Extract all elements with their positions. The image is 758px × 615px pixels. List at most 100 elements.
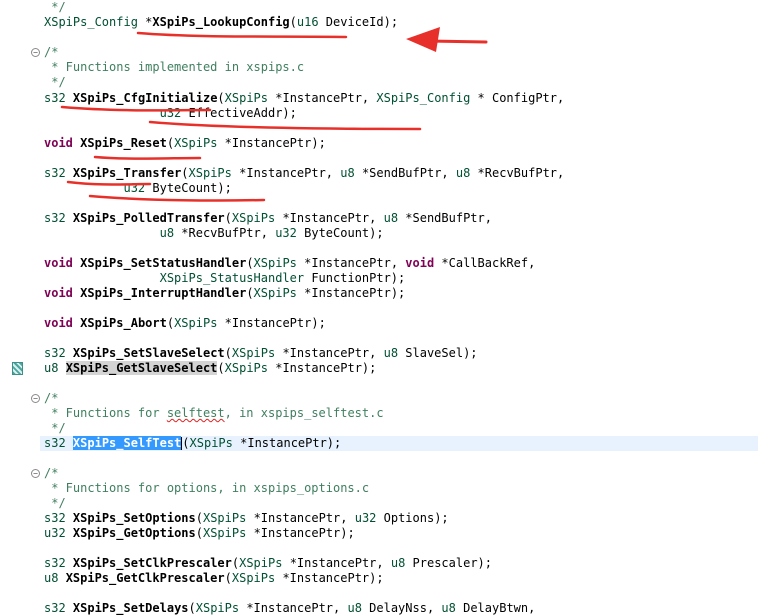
code-token: u32 bbox=[44, 106, 182, 120]
editor-gutter: − − − bbox=[0, 0, 40, 615]
underline-bytecount bbox=[88, 194, 266, 202]
code-token: u32 bbox=[354, 511, 377, 525]
code-line[interactable]: u8 *RecvBufPtr, u32 ByteCount); bbox=[44, 226, 384, 241]
arrowhead bbox=[406, 27, 440, 52]
code-token: ( bbox=[217, 361, 225, 375]
code-token: void bbox=[44, 256, 73, 270]
code-token: */ bbox=[44, 496, 66, 510]
code-line[interactable]: void XSpiPs_SetStatusHandler(XSpiPs *Ins… bbox=[44, 256, 535, 271]
code-line[interactable]: s32 XSpiPs_SetDelays(XSpiPs *InstancePtr… bbox=[44, 601, 535, 615]
code-token: * Functions implemented in xspips.c bbox=[44, 60, 305, 74]
code-token: XSpiPs bbox=[224, 91, 269, 105]
code-token: ( bbox=[224, 211, 232, 225]
code-token: s32 bbox=[44, 91, 66, 105]
code-line[interactable]: u8 XSpiPs_GetSlaveSelect(XSpiPs *Instanc… bbox=[44, 361, 376, 376]
fold-collapse-icon[interactable]: − bbox=[31, 469, 40, 478]
code-line[interactable]: s32 XSpiPs_SetClkPrescaler(XSpiPs *Insta… bbox=[44, 556, 492, 571]
code-line[interactable]: */ bbox=[44, 421, 65, 436]
code-token: u8 bbox=[44, 226, 175, 240]
function-name: XSpiPs_InterruptHandler bbox=[80, 286, 247, 300]
code-line[interactable]: void XSpiPs_Reset(XSpiPs *InstancePtr); bbox=[44, 136, 326, 151]
fold-collapse-icon[interactable]: − bbox=[31, 48, 40, 57]
code-line[interactable]: /* bbox=[44, 45, 58, 60]
occurrence-marker-icon[interactable] bbox=[12, 362, 23, 375]
fold-collapse-icon[interactable]: − bbox=[31, 394, 40, 403]
code-token: DelayBtwn, bbox=[455, 601, 536, 615]
code-token: /* bbox=[44, 391, 59, 405]
code-token: XSpiPs bbox=[253, 256, 297, 270]
code-line[interactable]: s32 XSpiPs_SetSlaveSelect(XSpiPs *Instan… bbox=[44, 346, 478, 361]
code-token: *RecvBufPtr, bbox=[174, 226, 276, 240]
code-line[interactable]: s32 XSpiPs_CfgInitialize(XSpiPs *Instanc… bbox=[44, 91, 564, 106]
code-token: XSpiPs bbox=[231, 211, 276, 225]
code-token: s32 bbox=[44, 436, 66, 450]
function-name: XSpiPs_SetOptions bbox=[72, 511, 196, 525]
code-line[interactable]: s32 XSpiPs_SetOptions(XSpiPs *InstancePt… bbox=[44, 511, 449, 526]
code-line[interactable]: void XSpiPs_InterruptHandler(XSpiPs *Ins… bbox=[44, 286, 405, 301]
code-token: XSpiPs bbox=[231, 346, 276, 360]
code-line[interactable]: /* bbox=[44, 391, 58, 406]
code-token: XSpiPs_StatusHandler bbox=[44, 271, 305, 285]
code-token: *SendBufPtr, bbox=[398, 211, 492, 225]
code-token: XSpiPs bbox=[174, 136, 218, 150]
code-token: XSpiPs bbox=[224, 361, 268, 375]
code-token: *InstancePtr, bbox=[282, 556, 391, 570]
function-name: XSpiPs_CfgInitialize bbox=[72, 91, 218, 105]
code-token: u16 bbox=[296, 15, 319, 29]
code-token: XSpiPs bbox=[239, 556, 283, 570]
code-line[interactable]: u32 EffectiveAddr); bbox=[44, 106, 297, 121]
code-token: *InstancePtr); bbox=[232, 436, 342, 450]
code-token: *InstancePtr, bbox=[239, 601, 348, 615]
code-line[interactable]: * Functions for selftest, in xspips_self… bbox=[44, 406, 383, 421]
code-token: *InstancePtr); bbox=[217, 316, 326, 330]
code-line[interactable]: u8 XSpiPs_GetClkPrescaler(XSpiPs *Instan… bbox=[44, 571, 384, 586]
code-token: s32 bbox=[44, 211, 66, 225]
code-line[interactable]: s32 XSpiPs_PolledTransfer(XSpiPs *Instan… bbox=[44, 211, 492, 226]
code-token: XSpiPs bbox=[174, 316, 218, 330]
code-line[interactable]: */ bbox=[44, 496, 66, 511]
function-name: XSpiPs_PolledTransfer bbox=[72, 211, 225, 225]
code-line[interactable]: s32 XSpiPs_Transfer(XSpiPs *InstancePtr,… bbox=[44, 166, 564, 181]
code-token: u8 bbox=[383, 346, 399, 360]
code-token: *InstancePtr, bbox=[231, 166, 341, 180]
code-line[interactable]: * Functions for options, in xspips_optio… bbox=[44, 481, 369, 496]
code-token: *InstancePtr); bbox=[246, 526, 355, 540]
code-line[interactable]: void XSpiPs_Abort(XSpiPs *InstancePtr); bbox=[44, 316, 326, 331]
code-line[interactable]: */ bbox=[44, 75, 65, 90]
code-editor[interactable]: − − − */XSpiPs_Config *XSpiPs_LookupConf… bbox=[0, 0, 758, 615]
code-token: *SendBufPtr, bbox=[354, 166, 456, 180]
code-token: *InstancePtr, bbox=[246, 511, 355, 525]
code-token: XSpiPs bbox=[202, 511, 247, 525]
function-name: XSpiPs_LookupConfig bbox=[152, 15, 290, 29]
function-name: XSpiPs_GetOptions bbox=[72, 526, 196, 540]
code-line-current[interactable]: s32 XSpiPs_SelfTest(XSpiPs *InstancePtr)… bbox=[44, 436, 341, 451]
code-token: *InstancePtr, bbox=[268, 91, 377, 105]
code-token: s32 bbox=[44, 601, 66, 615]
code-token: DeviceId); bbox=[318, 15, 399, 29]
code-line[interactable]: */ bbox=[44, 0, 65, 15]
code-token: SlaveSel); bbox=[398, 346, 478, 360]
code-token: u8 bbox=[44, 361, 59, 375]
code-token: XSpiPs_Config bbox=[376, 91, 471, 105]
code-token: ( bbox=[195, 511, 203, 525]
code-line[interactable]: u32 ByteCount); bbox=[44, 181, 231, 196]
code-token: ( bbox=[246, 286, 254, 300]
code-line[interactable]: * Functions implemented in xspips.c bbox=[44, 60, 304, 75]
code-token: ( bbox=[224, 346, 232, 360]
code-token: u32 bbox=[275, 226, 297, 240]
code-line[interactable]: u32 XSpiPs_GetOptions(XSpiPs *InstancePt… bbox=[44, 526, 355, 541]
code-token: ( bbox=[188, 601, 196, 615]
code-line[interactable]: /* bbox=[44, 466, 58, 481]
code-line[interactable]: XSpiPs_Config *XSpiPs_LookupConfig(u16 D… bbox=[44, 15, 398, 30]
code-token: *InstancePtr); bbox=[217, 136, 326, 150]
code-line[interactable]: XSpiPs_StatusHandler FunctionPtr); bbox=[44, 271, 406, 286]
